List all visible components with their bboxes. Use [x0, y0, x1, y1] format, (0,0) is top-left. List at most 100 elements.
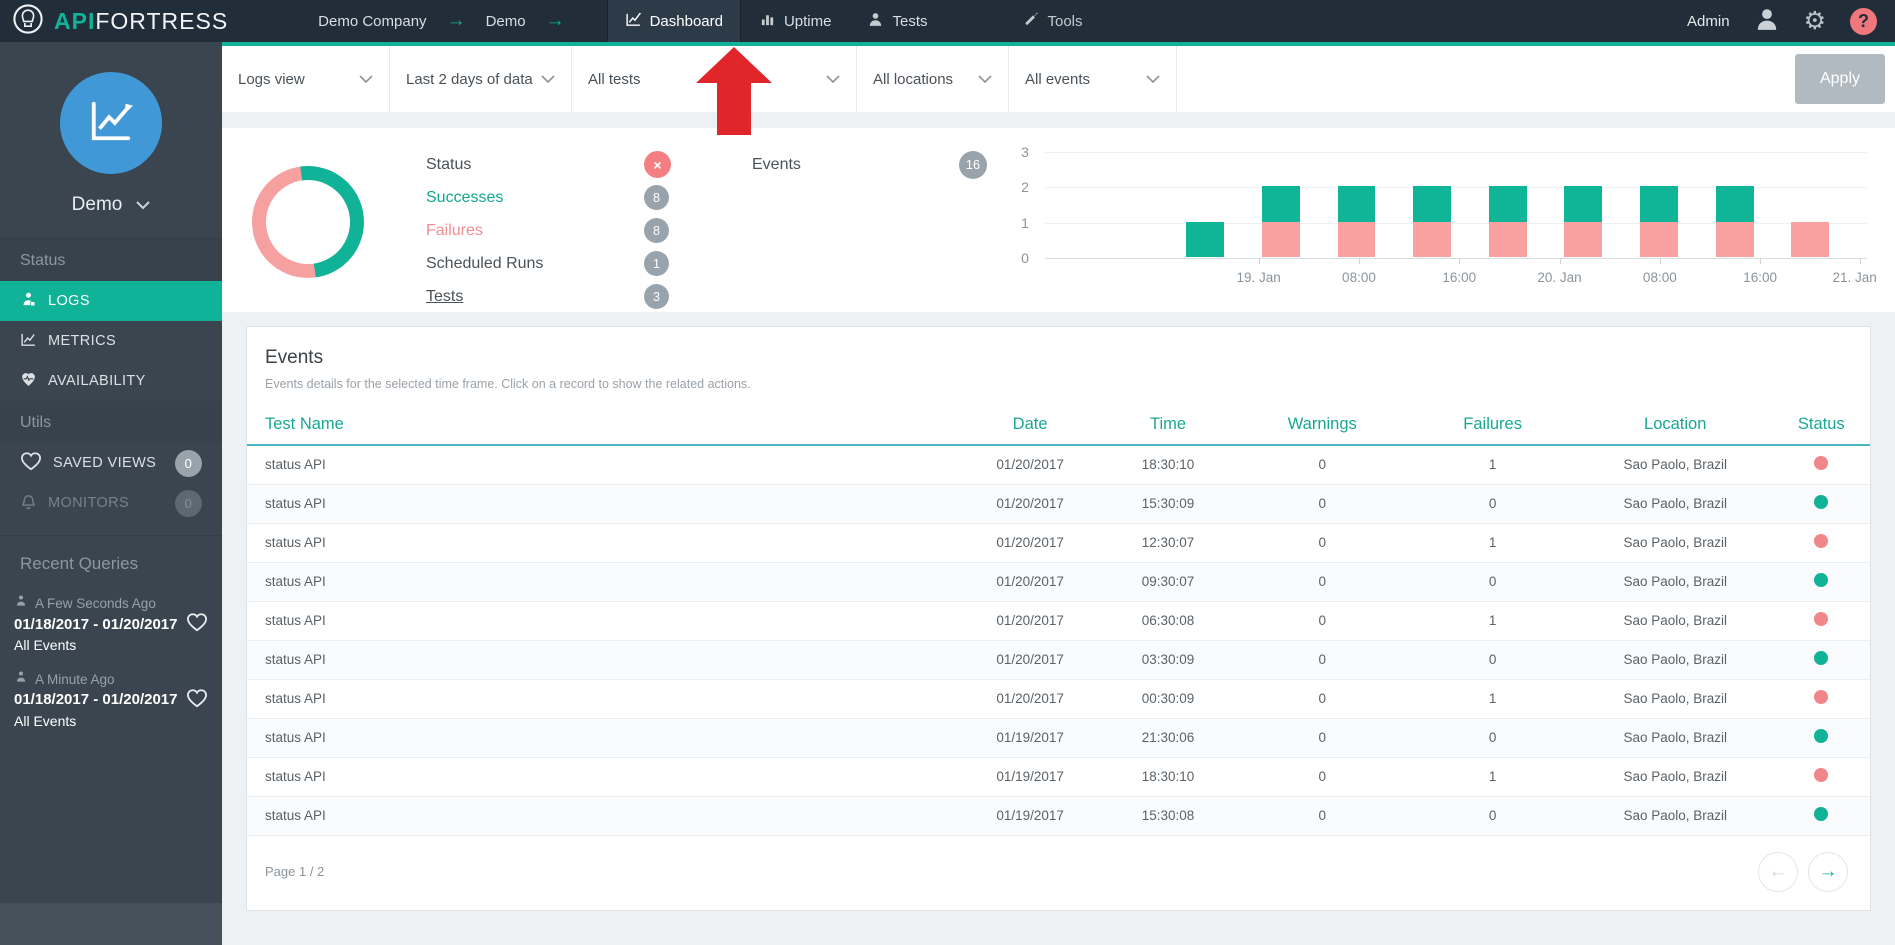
chevron-down-icon — [978, 71, 992, 88]
stat-label[interactable]: Successes — [426, 189, 644, 207]
help-icon[interactable]: ? — [1850, 8, 1877, 35]
table-header-row: Test Name Date Time Warnings Failures Lo… — [247, 405, 1870, 445]
sidebar-item-metrics[interactable]: METRICS — [0, 321, 222, 361]
cell-status — [1773, 445, 1870, 484]
admin-label: Admin — [1687, 13, 1730, 30]
person-icon — [867, 11, 884, 32]
cell-failures: 0 — [1407, 484, 1577, 523]
cell-time: 09:30:07 — [1099, 562, 1237, 601]
sidebar-item-monitors[interactable]: MONITORS 0 — [0, 483, 222, 523]
col-warnings[interactable]: Warnings — [1237, 405, 1407, 445]
stat-label: Status — [426, 156, 644, 174]
cell-warnings: 0 — [1237, 796, 1407, 835]
stat-label[interactable]: Tests — [426, 288, 644, 306]
table-row[interactable]: status API01/20/201709:30:0700Sao Paolo,… — [247, 562, 1870, 601]
favorite-heart-icon[interactable] — [186, 688, 208, 715]
chart-bar[interactable] — [1564, 151, 1602, 257]
gear-icon[interactable]: ⚙ — [1804, 9, 1826, 34]
cell-failures: 0 — [1407, 640, 1577, 679]
table-row[interactable]: status API01/20/201706:30:0801Sao Paolo,… — [247, 601, 1870, 640]
cell-warnings: 0 — [1237, 523, 1407, 562]
status-fail-dot — [1814, 690, 1828, 704]
events-select[interactable]: All events — [1009, 46, 1177, 112]
prev-page-button[interactable]: ← — [1758, 852, 1798, 892]
recent-query-item[interactable]: A Minute Ago 01/18/2017 - 01/20/2017 All… — [0, 656, 222, 732]
cell-test-name: status API — [247, 484, 961, 523]
view-select[interactable]: Logs view — [222, 46, 390, 112]
chart-bar[interactable] — [1640, 151, 1678, 257]
tab-dashboard[interactable]: Dashboard — [607, 0, 741, 42]
x-tick-mark — [1259, 258, 1260, 264]
status-pass-dot — [1814, 495, 1828, 509]
chart-bar[interactable] — [1262, 151, 1300, 257]
next-page-button[interactable]: → — [1808, 852, 1848, 892]
apply-button[interactable]: Apply — [1795, 54, 1885, 104]
locations-select[interactable]: All locations — [857, 46, 1009, 112]
query-title: A Minute Ago — [35, 670, 115, 690]
sidebar-item-label: METRICS — [48, 333, 116, 349]
table-row[interactable]: status API01/20/201712:30:0701Sao Paolo,… — [247, 523, 1870, 562]
breadcrumb-project[interactable]: Demo — [486, 13, 526, 30]
chart-bar[interactable] — [1791, 151, 1829, 257]
table-row[interactable]: status API01/20/201715:30:0900Sao Paolo,… — [247, 484, 1870, 523]
col-status[interactable]: Status — [1773, 405, 1870, 445]
cell-test-name: status API — [247, 523, 961, 562]
chart-bar[interactable] — [1716, 151, 1754, 257]
cell-date: 01/20/2017 — [961, 484, 1099, 523]
table-row[interactable]: status API01/19/201721:30:0600Sao Paolo,… — [247, 718, 1870, 757]
events-card-subtitle: Events details for the selected time fra… — [247, 371, 1870, 405]
cell-status — [1773, 757, 1870, 796]
cell-status — [1773, 679, 1870, 718]
status-fail-dot — [1814, 456, 1828, 470]
events-card-title: Events — [247, 327, 1870, 371]
cell-location: Sao Paolo, Brazil — [1578, 562, 1773, 601]
table-row[interactable]: status API01/19/201715:30:0800Sao Paolo,… — [247, 796, 1870, 835]
chart-bar[interactable] — [1338, 151, 1376, 257]
cell-date: 01/19/2017 — [961, 796, 1099, 835]
favorite-heart-icon[interactable] — [186, 612, 208, 639]
date-range-select[interactable]: Last 2 days of data — [390, 46, 572, 112]
col-date[interactable]: Date — [961, 405, 1099, 445]
table-row[interactable]: status API01/20/201700:30:0901Sao Paolo,… — [247, 679, 1870, 718]
x-tick-mark — [1359, 258, 1360, 264]
breadcrumb-company[interactable]: Demo Company — [318, 13, 426, 30]
sidebar-item-availability[interactable]: AVAILABILITY — [0, 361, 222, 401]
table-row[interactable]: status API01/20/201718:30:1001Sao Paolo,… — [247, 445, 1870, 484]
table-row[interactable]: status API01/20/201703:30:0900Sao Paolo,… — [247, 640, 1870, 679]
events-card: Events Events details for the selected t… — [246, 326, 1871, 911]
app-logo[interactable]: APIFORTRESS — [0, 0, 246, 42]
col-test-name[interactable]: Test Name — [247, 405, 961, 445]
table-row[interactable]: status API01/19/201718:30:1001Sao Paolo,… — [247, 757, 1870, 796]
gridline — [1045, 258, 1867, 259]
tab-uptime[interactable]: Uptime — [741, 0, 850, 42]
events-summary: Events 16 — [752, 148, 987, 302]
col-failures[interactable]: Failures — [1407, 405, 1577, 445]
project-selector[interactable]: Demo — [0, 194, 222, 239]
cell-warnings: 0 — [1237, 757, 1407, 796]
cell-date: 01/20/2017 — [961, 601, 1099, 640]
nav-tools[interactable]: Tools — [1024, 0, 1083, 42]
chart-bar[interactable] — [1489, 151, 1527, 257]
query-title: A Few Seconds Ago — [35, 594, 156, 614]
tools-label: Tools — [1048, 13, 1083, 30]
sidebar-footer — [0, 903, 222, 945]
cell-date: 01/20/2017 — [961, 562, 1099, 601]
col-time[interactable]: Time — [1099, 405, 1237, 445]
recent-queries-heading: Recent Queries — [0, 536, 222, 580]
events-table-body: status API01/20/201718:30:1001Sao Paolo,… — [247, 445, 1870, 835]
cell-failures: 0 — [1407, 718, 1577, 757]
sidebar-item-saved-views[interactable]: SAVED VIEWS 0 — [0, 443, 222, 483]
sidebar-item-logs[interactable]: LOGS — [0, 281, 222, 321]
project-avatar[interactable] — [60, 72, 162, 174]
cell-time: 00:30:09 — [1099, 679, 1237, 718]
tab-tests[interactable]: Tests — [849, 0, 945, 42]
query-range: 01/18/2017 - 01/20/2017 — [14, 614, 178, 636]
cell-location: Sao Paolo, Brazil — [1578, 718, 1773, 757]
stat-label[interactable]: Failures — [426, 222, 644, 240]
chart-bar[interactable] — [1186, 151, 1224, 257]
col-location[interactable]: Location — [1578, 405, 1773, 445]
user-avatar-icon[interactable] — [1754, 6, 1780, 37]
cell-status — [1773, 796, 1870, 835]
chart-bar[interactable] — [1413, 151, 1451, 257]
recent-query-item[interactable]: A Few Seconds Ago 01/18/2017 - 01/20/201… — [0, 580, 222, 656]
